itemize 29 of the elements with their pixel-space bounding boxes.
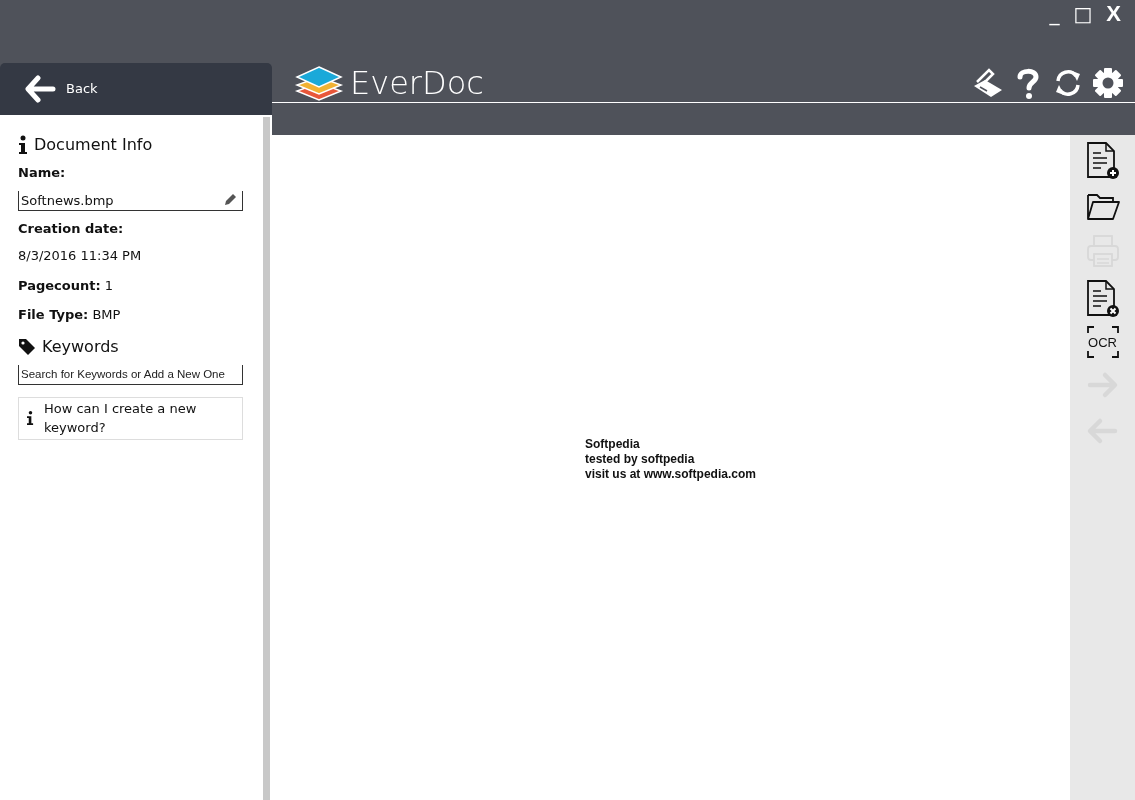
scrollbar[interactable] [263,117,270,800]
document-text: tested by softpedia [585,452,696,467]
section-heading: Document Info [34,134,153,156]
document-text: Softpedia [585,437,641,452]
field-text: File Type: BMP [18,306,122,324]
tag-icon [18,337,36,356]
arrow-left-icon [24,75,56,103]
name-field[interactable]: Softnews.bmp [18,190,243,211]
ocr-button[interactable]: OCR [1085,325,1120,359]
info-icon [27,410,34,426]
maximize-button[interactable]: □ [1069,2,1097,26]
field-label: Name: [18,164,67,182]
settings-icon[interactable] [1091,65,1125,100]
help-tip[interactable]: How can I create a new keyword? [18,396,243,440]
document-remove-icon[interactable] [1084,279,1121,317]
field-value: 8/3/2016 11:34 PM [18,247,143,265]
minimize-button[interactable]: _ [1045,2,1064,26]
document-text: visit us at www.softpedia.com [585,467,757,482]
back-button[interactable]: Back [0,75,98,103]
section-heading: Keywords [42,335,119,358]
new-document-icon[interactable] [1084,141,1121,179]
help-text: How can I create a new keyword? [43,399,198,437]
pencil-icon[interactable] [223,192,237,207]
close-button[interactable]: X [1102,2,1125,26]
keyword-search-field[interactable]: Search for Keywords or Add a New One [18,364,243,385]
field-label: Creation date: [18,219,125,238]
info-icon [18,135,28,155]
app-title: EverDoc [350,64,484,101]
field-text: Pagecount: 1 [18,276,115,295]
